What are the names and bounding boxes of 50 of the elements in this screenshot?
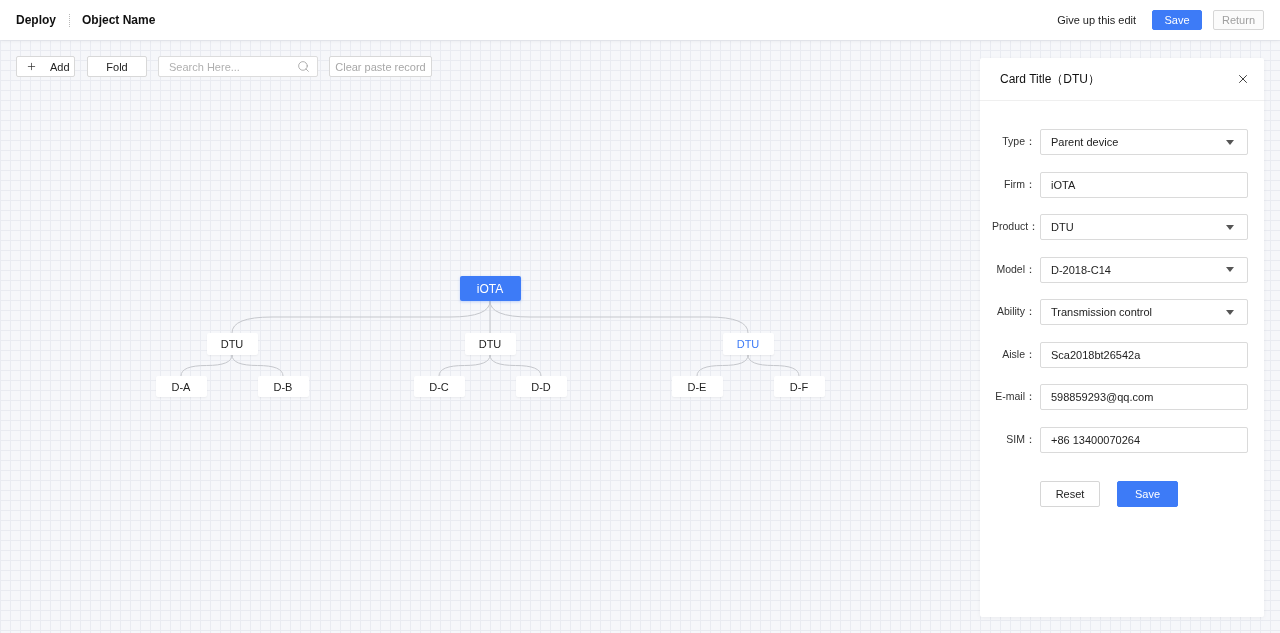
app-title: Deploy <box>16 13 56 27</box>
save-button[interactable]: Save <box>1152 10 1202 30</box>
tree-node[interactable]: D-C <box>413 376 465 397</box>
search-icon <box>297 60 310 73</box>
tree-node[interactable]: DTU <box>722 333 774 355</box>
field-label: Firm： <box>1003 177 1036 192</box>
connector-line <box>180 354 233 377</box>
tree-node[interactable]: iOTA <box>459 276 521 301</box>
field-label: E-mail： <box>994 390 1036 404</box>
tree-node[interactable]: D-B <box>257 376 309 397</box>
caret-icon <box>1226 139 1234 145</box>
field-label: SIM： <box>1005 432 1036 447</box>
caret-icon <box>1226 224 1234 230</box>
connector-line <box>696 354 749 377</box>
caret-icon <box>1226 309 1234 315</box>
tree-node[interactable]: D-D <box>515 376 567 397</box>
give-up-link[interactable]: Give up this edit <box>1057 10 1136 30</box>
tree-node[interactable]: D-F <box>773 376 825 397</box>
plus-icon <box>26 61 37 72</box>
dropdown-field[interactable]: D-2018-C14 <box>1040 256 1248 283</box>
reset-button[interactable]: Reset <box>1040 480 1100 507</box>
dropdown-field[interactable]: Parent device <box>1040 129 1248 155</box>
tree-node[interactable]: DTU <box>464 333 516 355</box>
close-icon <box>1236 72 1250 86</box>
field-label: Aisle： <box>1001 347 1036 362</box>
field-label: Type： <box>1001 135 1036 149</box>
save-button[interactable]: Save <box>1117 480 1178 507</box>
dropdown-field[interactable]: DTU <box>1040 214 1248 240</box>
text-field[interactable]: iOTA <box>1040 171 1248 198</box>
field-label: Ability： <box>996 305 1036 319</box>
connector-line <box>231 354 284 377</box>
object-name: Object Name <box>82 13 156 27</box>
connector-line <box>438 354 491 377</box>
fold-button[interactable]: Fold <box>87 56 147 77</box>
close-button[interactable] <box>1236 72 1250 86</box>
connector-line <box>489 354 542 377</box>
search-field[interactable]: Search Here... <box>158 56 318 77</box>
tree-node[interactable]: DTU <box>206 333 258 355</box>
text-field[interactable]: +86 13400070264 <box>1040 426 1248 453</box>
add-button[interactable]: Add <box>16 56 75 77</box>
caret-icon <box>1226 267 1234 272</box>
tree-node[interactable]: D-E <box>671 376 723 397</box>
field-label: Product： <box>992 220 1036 234</box>
connector-line <box>747 354 800 377</box>
field-label: Model： <box>995 262 1036 277</box>
text-field[interactable]: 598859293@qq.com <box>1040 384 1248 410</box>
tree-node[interactable]: D-A <box>155 376 207 397</box>
dropdown-field[interactable]: Transmission control <box>1040 299 1248 325</box>
panel-title: Card Title（DTU） <box>1000 70 1100 88</box>
text-field[interactable]: Sca2018bt26542a <box>1040 341 1248 368</box>
